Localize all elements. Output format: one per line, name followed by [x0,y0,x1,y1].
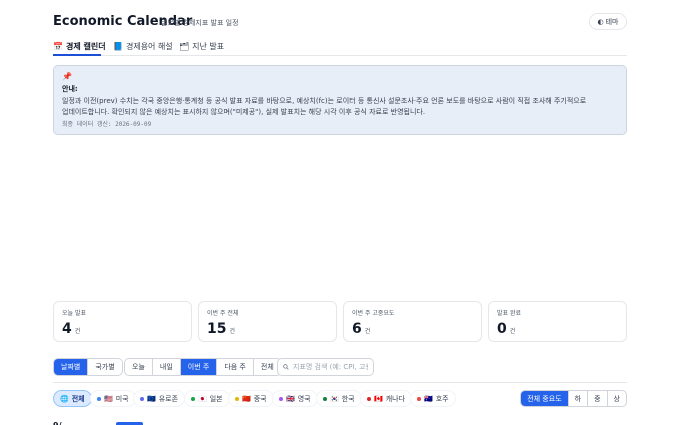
jp-flag-icon: 🇯🇵 [198,394,207,403]
country-chip-all[interactable]: 🌐 전체 [53,390,92,407]
stat-card-week-total: 이번 주 전체 15 건 [198,301,337,342]
stat-card-today: 오늘 발표 4건 [53,301,192,342]
folder-icon: 🗂 [179,42,190,51]
view-mode-toggle: 날짜별 국가별 [53,358,123,376]
chip-label: 전체 [71,394,85,403]
filter-controls: 날짜별 국가별 오늘 내일 이번 주 다음 주 전체 [53,358,627,376]
tab-glossary[interactable]: 📘 경제용어 해설 [113,39,173,54]
stat-label: 이번 주 전체 [207,310,239,317]
last-updated: 최종 데이터 갱신: 2026-09-09 [62,121,152,128]
date-group-heading: 9/ [53,421,62,425]
notice-panel: 📌 안내: 일정과 이전(prev) 수치는 각국 중앙은행·통계청 등 공식 … [53,65,627,135]
country-chip-korea[interactable]: 🇰🇷 한국 [316,390,362,407]
stat-value: 0 [497,321,507,337]
pin-icon: 📌 [62,72,72,81]
country-chip-canada[interactable]: 🇨🇦 캐나다 [360,390,413,407]
importance-medium-button[interactable]: 중 [588,391,608,406]
country-chip-japan[interactable]: 🇯🇵 일본 [184,390,230,407]
stat-unit: 건 [74,328,81,335]
date-range-toggle: 오늘 내일 이번 주 다음 주 전체 [124,358,282,376]
chip-label: 유로존 [158,394,179,403]
contrast-icon: ◐ [597,17,604,26]
globe-icon: 🌐 [60,394,69,403]
main-tabs: 📅 경제 캘린더 📘 경제용어 해설 🗂 지난 발표 [53,38,627,56]
importance-dot [367,396,371,401]
eu-flag-icon: 🇪🇺 [147,394,156,403]
kr-flag-icon: 🇰🇷 [330,394,339,403]
tab-label: 지난 발표 [192,42,225,51]
importance-low-button[interactable]: 하 [569,391,589,406]
range-this-week-button[interactable]: 이번 주 [180,359,218,375]
country-chip-australia[interactable]: 🇦🇺 호주 [410,390,456,407]
chip-label: 일본 [209,394,223,403]
chip-label: 호주 [435,394,449,403]
divider [53,382,627,383]
tab-label: 경제 캘린더 [65,42,106,51]
stat-card-released: 발표 완료 0건 [488,301,627,342]
search-icon [283,364,289,370]
au-flag-icon: 🇦🇺 [424,394,433,403]
us-flag-icon: 🇺🇸 [104,394,113,403]
ca-flag-icon: 🇨🇦 [374,394,383,403]
importance-filter: 전체 중요도 하 중 상 [520,390,627,407]
notice-heading: 안내: [62,85,78,93]
chip-label: 미국 [115,394,129,403]
stat-value: 4 [62,321,72,337]
country-chip-china[interactable]: 🇨🇳 중국 [228,390,274,407]
chip-label: 중국 [253,394,267,403]
indicator-search-input[interactable] [293,363,368,371]
stat-unit: 건 [509,328,516,335]
page-header: Economic Calendar 글로벌 경제지표 발표 일정 ◐ 테마 [53,13,627,34]
active-tab-indicator [53,54,101,56]
country-chip-us[interactable]: 🇺🇸 미국 [90,390,136,407]
book-icon: 📘 [113,42,123,51]
stat-value: 15 [207,321,227,337]
chip-label: 영국 [297,394,311,403]
notice-body: 일정과 이전(prev) 수치는 각국 중앙은행·통계청 등 공식 발표 자료를… [62,97,587,116]
stat-label: 발표 완료 [497,310,521,317]
stat-value: 6 [352,321,362,337]
theme-toggle-label: 테마 [605,17,619,26]
country-chip-uk[interactable]: 🇬🇧 영국 [272,390,318,407]
cn-flag-icon: 🇨🇳 [242,394,251,403]
tab-past-releases[interactable]: 🗂 지난 발표 [179,39,224,54]
stat-unit: 건 [229,328,236,335]
stat-label: 이번 주 고중요도 [352,310,395,317]
chip-label: 캐나다 [385,394,406,403]
stat-unit: 건 [364,328,371,335]
page-subtitle: 글로벌 경제지표 발표 일정 [161,19,239,27]
importance-all-button[interactable]: 전체 중요도 [521,391,569,406]
importance-high-button[interactable]: 상 [608,391,626,406]
calendar-icon: 📅 [53,42,63,51]
search-box [277,358,374,376]
country-filter-bar: 🌐 전체 🇺🇸 미국 🇪🇺 유로존 🇯🇵 일본 🇨🇳 중국 🇬🇧 영국 🇰🇷 한… [53,390,627,407]
stat-label: 오늘 발표 [62,310,86,317]
importance-dot [140,396,144,401]
importance-dot [235,396,239,401]
tab-economic-calendar[interactable]: 📅 경제 캘린더 [53,39,106,54]
importance-dot [191,396,195,401]
range-tomorrow-button[interactable]: 내일 [153,359,181,375]
range-next-week-button[interactable]: 다음 주 [217,359,254,375]
gb-flag-icon: 🇬🇧 [286,394,295,403]
tab-label: 경제용어 해설 [125,42,173,51]
country-chip-eurozone[interactable]: 🇪🇺 유로존 [133,390,186,407]
range-today-button[interactable]: 오늘 [125,359,153,375]
view-by-country-button[interactable]: 국가별 [88,359,121,375]
importance-dot [323,396,327,401]
importance-dot [417,396,421,401]
summary-stats: 오늘 발표 4건 이번 주 전체 15 건 이번 주 고중요도 6건 발표 완료 … [53,301,627,342]
view-by-date-button[interactable]: 날짜별 [54,359,89,375]
importance-dot [279,396,283,401]
importance-dot [97,396,101,401]
stat-card-week-high: 이번 주 고중요도 6건 [343,301,482,342]
theme-toggle-button[interactable]: ◐ 테마 [589,13,627,30]
chip-label: 한국 [341,394,355,403]
